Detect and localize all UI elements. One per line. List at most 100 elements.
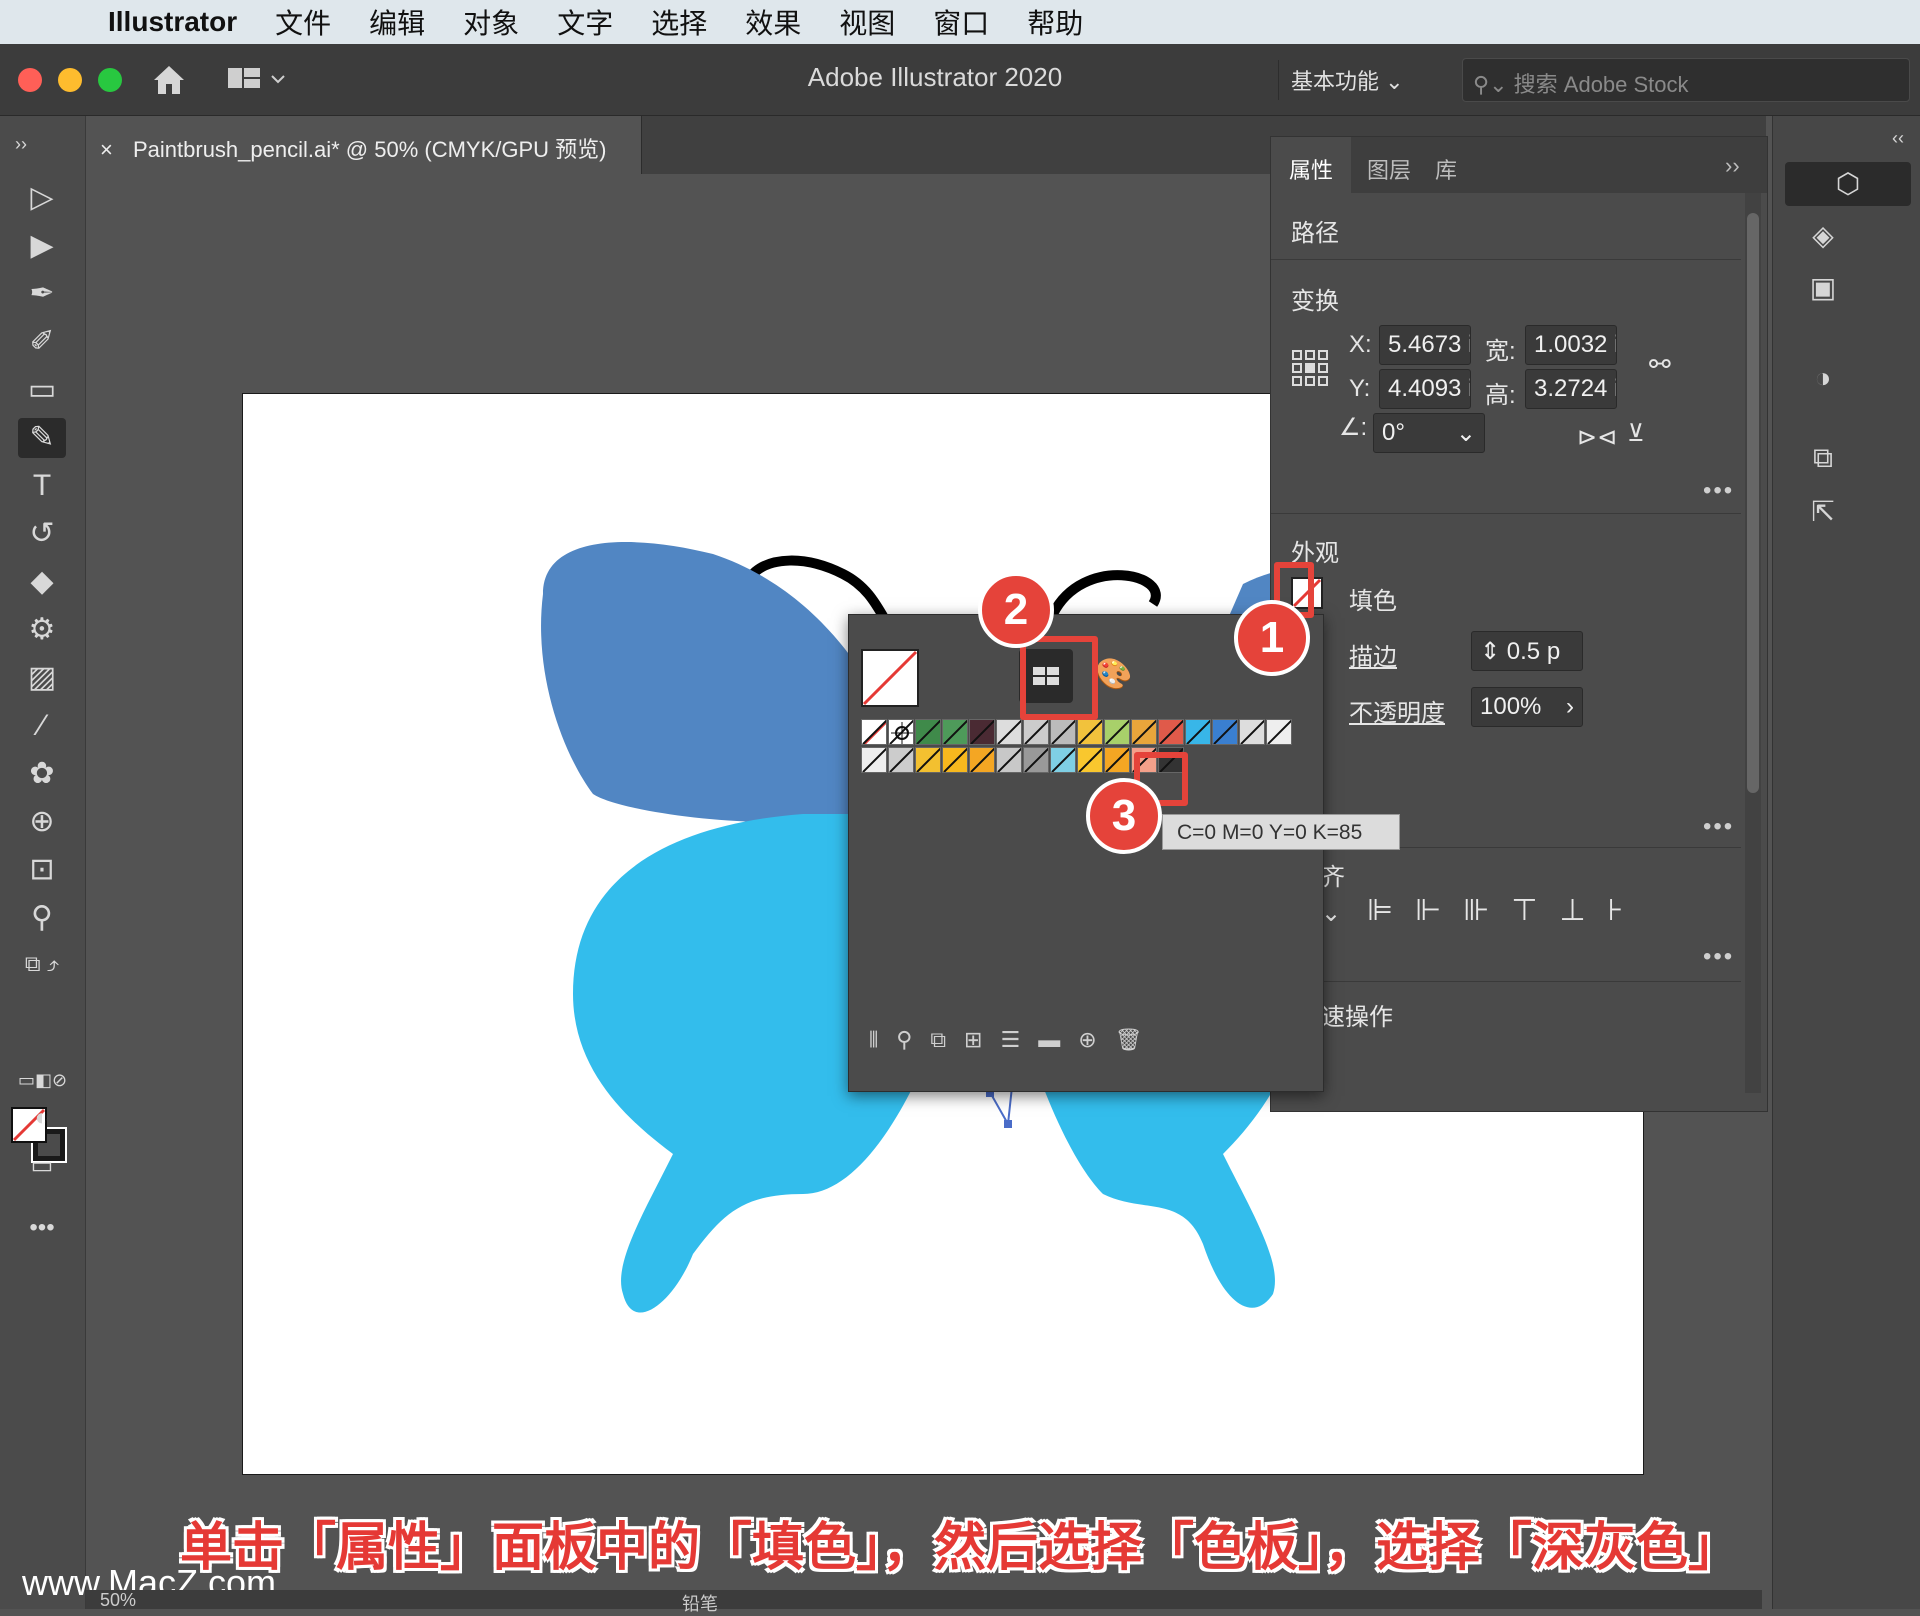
tab-libraries[interactable]: 库 (1417, 137, 1475, 193)
width-field[interactable]: 1.0032 ir (1525, 325, 1617, 365)
swatch-row2-6[interactable] (1023, 747, 1049, 773)
stepper-icon[interactable]: ⇕ (1480, 638, 1507, 665)
menu-type[interactable]: 文字 (557, 2, 613, 42)
zoom-tool-icon[interactable]: ⚲ (18, 898, 66, 938)
swatch-row2-3[interactable] (942, 747, 968, 773)
puppet-warp-tool-icon[interactable]: ⚙ (18, 610, 66, 650)
menu-effect[interactable]: 效果 (745, 2, 801, 42)
menu-app-name[interactable]: Illustrator (108, 6, 237, 38)
swatch-row2-5[interactable] (996, 747, 1022, 773)
flip-vertical-icon[interactable]: ⊻ (1627, 419, 1645, 448)
opacity-field[interactable]: 100% › (1471, 687, 1583, 727)
pencil-tool-icon[interactable]: ✎ (18, 418, 66, 458)
transform-panel-icon[interactable]: ⧉ (1793, 436, 1853, 480)
rectangle-tool-icon[interactable]: ▭ (18, 370, 66, 410)
none-color-swatch[interactable] (861, 649, 919, 707)
eraser-tool-icon[interactable]: ◆ (18, 562, 66, 602)
selection-tool-icon[interactable]: ▷ (18, 178, 66, 218)
swatch-row1-11[interactable] (1158, 719, 1184, 745)
zoom-level[interactable]: 50% (100, 1590, 136, 1611)
tools-panel: ›› ▷ ▶ ✒ ✐ ▭ ✎ T ↺ ◆ ⚙ ▨ ⁄ ✿ ⊕ ⊡ ⚲ ⧉ ⤴ ▭… (0, 116, 86, 1609)
libraries-panel-icon[interactable]: ▣ (1793, 266, 1853, 310)
close-tab-icon[interactable]: × (100, 137, 113, 162)
swatch-row1-13[interactable] (1212, 719, 1238, 745)
adobe-stock-search[interactable]: ⚲⌄ 搜索 Adobe Stock (1462, 58, 1910, 102)
curvature-tool-icon[interactable]: ✐ (18, 322, 66, 362)
swatch-row2-8[interactable] (1077, 747, 1103, 773)
document-tab[interactable]: × Paintbrush_pencil.ai* @ 50% (CMYK/GPU … (86, 116, 642, 174)
menu-object[interactable]: 对象 (463, 2, 519, 42)
reference-point-icon[interactable] (1291, 349, 1329, 387)
swatch-row1-5[interactable] (996, 719, 1022, 745)
swatch-row1-10[interactable] (1131, 719, 1157, 745)
align-buttons[interactable]: ⊫⊩⊪⊤⊥⊦ (1367, 893, 1645, 928)
height-field[interactable]: 3.2724 ir (1525, 369, 1617, 409)
layers-panel-icon[interactable]: ◈ (1793, 214, 1853, 258)
rotate-angle-value: 0° (1382, 419, 1405, 446)
pen-tool-icon[interactable]: ✒ (18, 274, 66, 314)
swatch-row2-0[interactable] (861, 747, 887, 773)
constrain-proportions-icon[interactable]: ⚯ (1649, 349, 1671, 380)
panel-menu-icon[interactable]: ›› (1707, 137, 1758, 193)
export-icon[interactable]: ⇱ (1793, 490, 1853, 534)
swatch-row1-3[interactable] (942, 719, 968, 745)
swatch-row2-7[interactable] (1050, 747, 1076, 773)
collapse-toolbar-icon[interactable]: ›› (6, 124, 36, 164)
properties-panel-icon[interactable]: ⬡ (1785, 162, 1911, 206)
workspace-switcher[interactable]: 基本功能 ⌄ (1278, 60, 1416, 100)
type-tool-icon[interactable]: T (18, 466, 66, 506)
swatch-row2-2[interactable] (915, 747, 941, 773)
opacity-label[interactable]: 不透明度 (1349, 693, 1445, 728)
swatch-row1-1[interactable] (888, 719, 914, 745)
flip-horizontal-icon[interactable]: ⊳⊲ (1577, 423, 1617, 452)
swatch-row1-2[interactable] (915, 719, 941, 745)
artboard-tool-icon[interactable]: ⊡ (18, 850, 66, 890)
eyedropper-tool-icon[interactable]: ⁄ (18, 706, 66, 746)
x-field[interactable]: 5.4673 i (1379, 325, 1471, 365)
shape-builder-tool-icon[interactable]: ⊕ (18, 802, 66, 842)
fill-label[interactable]: 填色 (1349, 581, 1397, 616)
swatch-row1-7[interactable] (1050, 719, 1076, 745)
stroke-label[interactable]: 描边 (1349, 637, 1397, 672)
more-transform-options-icon[interactable]: ••• (1703, 477, 1734, 505)
symbol-sprayer-tool-icon[interactable]: ✿ (18, 754, 66, 794)
more-tools-icon[interactable]: ••• (18, 1208, 66, 1248)
gradient-tool-icon[interactable]: ▨ (18, 658, 66, 698)
swap-fill-stroke-icon[interactable]: ⧉ ⤴ (18, 944, 66, 984)
swatch-row1-9[interactable] (1104, 719, 1130, 745)
rotate-angle-field[interactable]: 0° ⌄ (1373, 413, 1485, 453)
more-appearance-options-icon[interactable]: ••• (1703, 813, 1734, 841)
swatch-library-buttons[interactable]: ⫴⚲⧉⊞☰▬⊕🗑 (869, 1027, 1161, 1053)
callout-highlight-swatches (1020, 636, 1098, 720)
color-guide-icon[interactable]: ◑ (1793, 356, 1853, 400)
swatch-row1-14[interactable] (1239, 719, 1265, 745)
color-mode-icons[interactable]: ▭◧⊘ (18, 1060, 67, 1100)
menu-view[interactable]: 视图 (839, 2, 895, 42)
menu-select[interactable]: 选择 (651, 2, 707, 42)
menu-window[interactable]: 窗口 (933, 2, 989, 42)
draw-mode-icon[interactable]: ◐ (18, 1098, 66, 1138)
menu-edit[interactable]: 编辑 (369, 2, 425, 42)
swatch-row1-4[interactable] (969, 719, 995, 745)
more-align-options-icon[interactable]: ••• (1703, 943, 1734, 971)
menu-file[interactable]: 文件 (275, 2, 331, 42)
swatch-row1-0[interactable] (861, 719, 887, 745)
y-field[interactable]: 4.4093 i (1379, 369, 1471, 409)
swatch-row2-9[interactable] (1104, 747, 1130, 773)
swatch-row1-15[interactable] (1266, 719, 1292, 745)
swatch-row1-6[interactable] (1023, 719, 1049, 745)
collapse-dock-icon[interactable]: ‹‹ (1883, 116, 1913, 160)
swatch-row1-8[interactable] (1077, 719, 1103, 745)
rotate-tool-icon[interactable]: ↺ (18, 514, 66, 554)
stroke-weight-field[interactable]: ⇕ 0.5 p⌄ (1471, 631, 1583, 671)
panel-scrollbar[interactable] (1745, 193, 1761, 1093)
swatch-row2-4[interactable] (969, 747, 995, 773)
swatch-row2-1[interactable] (888, 747, 914, 773)
tab-properties[interactable]: 属性 (1271, 137, 1352, 193)
color-mixer-icon[interactable]: 🎨 (1095, 657, 1132, 692)
align-to-dropdown[interactable]: ⌄ (1321, 899, 1341, 928)
screen-mode-icon[interactable]: ▭ (18, 1146, 66, 1186)
menu-help[interactable]: 帮助 (1027, 2, 1083, 42)
swatch-row1-12[interactable] (1185, 719, 1211, 745)
direct-selection-tool-icon[interactable]: ▶ (18, 226, 66, 266)
